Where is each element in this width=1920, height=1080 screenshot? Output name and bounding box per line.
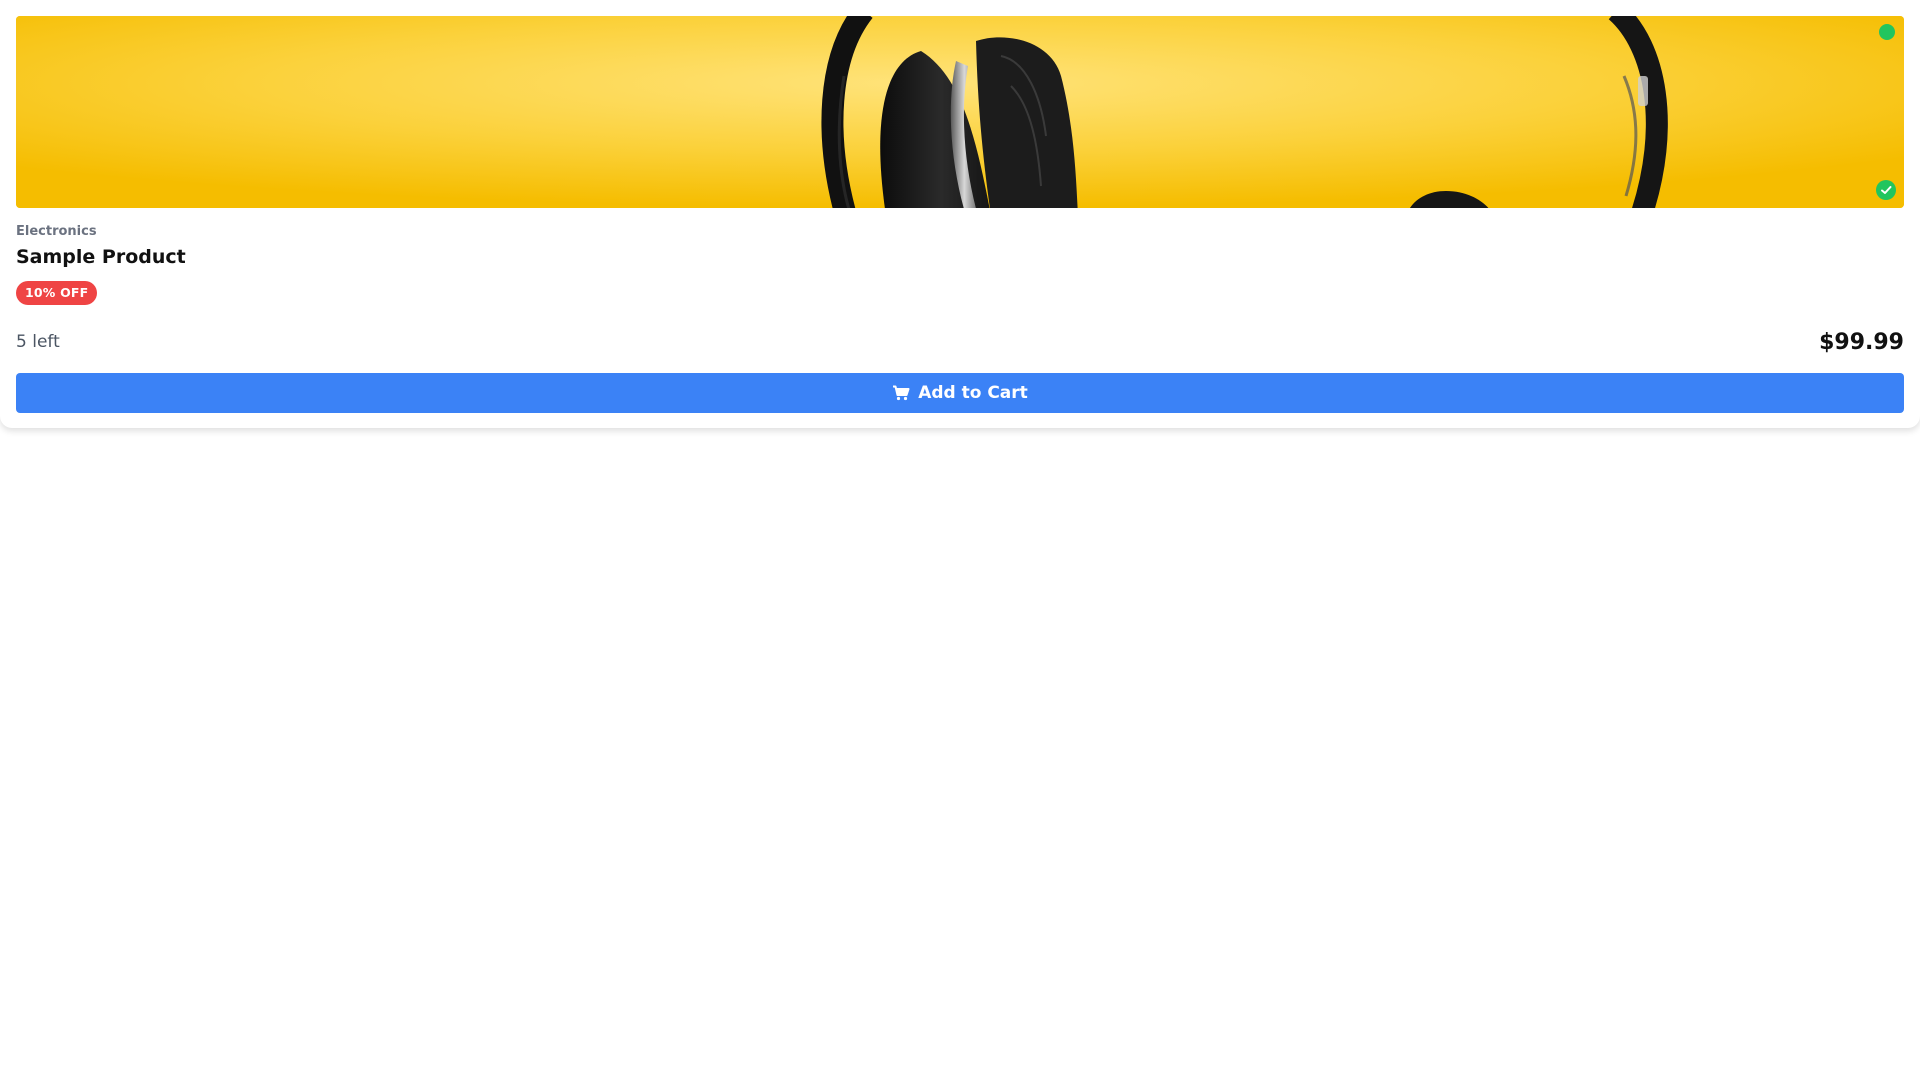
cart-icon <box>892 385 910 401</box>
add-to-cart-label: Add to Cart <box>918 383 1028 403</box>
discount-badge: 10% OFF <box>16 281 98 305</box>
headphones-image <box>16 16 1904 208</box>
product-category: Electronics <box>16 224 97 239</box>
add-to-cart-button[interactable]: Add to Cart <box>16 373 1904 413</box>
check-circle-icon <box>1876 180 1896 200</box>
online-status-dot <box>1879 24 1895 40</box>
product-price: $99.99 <box>1819 330 1904 355</box>
product-image[interactable] <box>16 16 1904 208</box>
checkmark-icon <box>1881 186 1892 194</box>
product-card[interactable]: Electronics Sample Product 10% OFF 5 lef… <box>0 0 1920 428</box>
product-title[interactable]: Sample Product <box>16 246 186 268</box>
stock-count: 5 left <box>16 332 60 352</box>
